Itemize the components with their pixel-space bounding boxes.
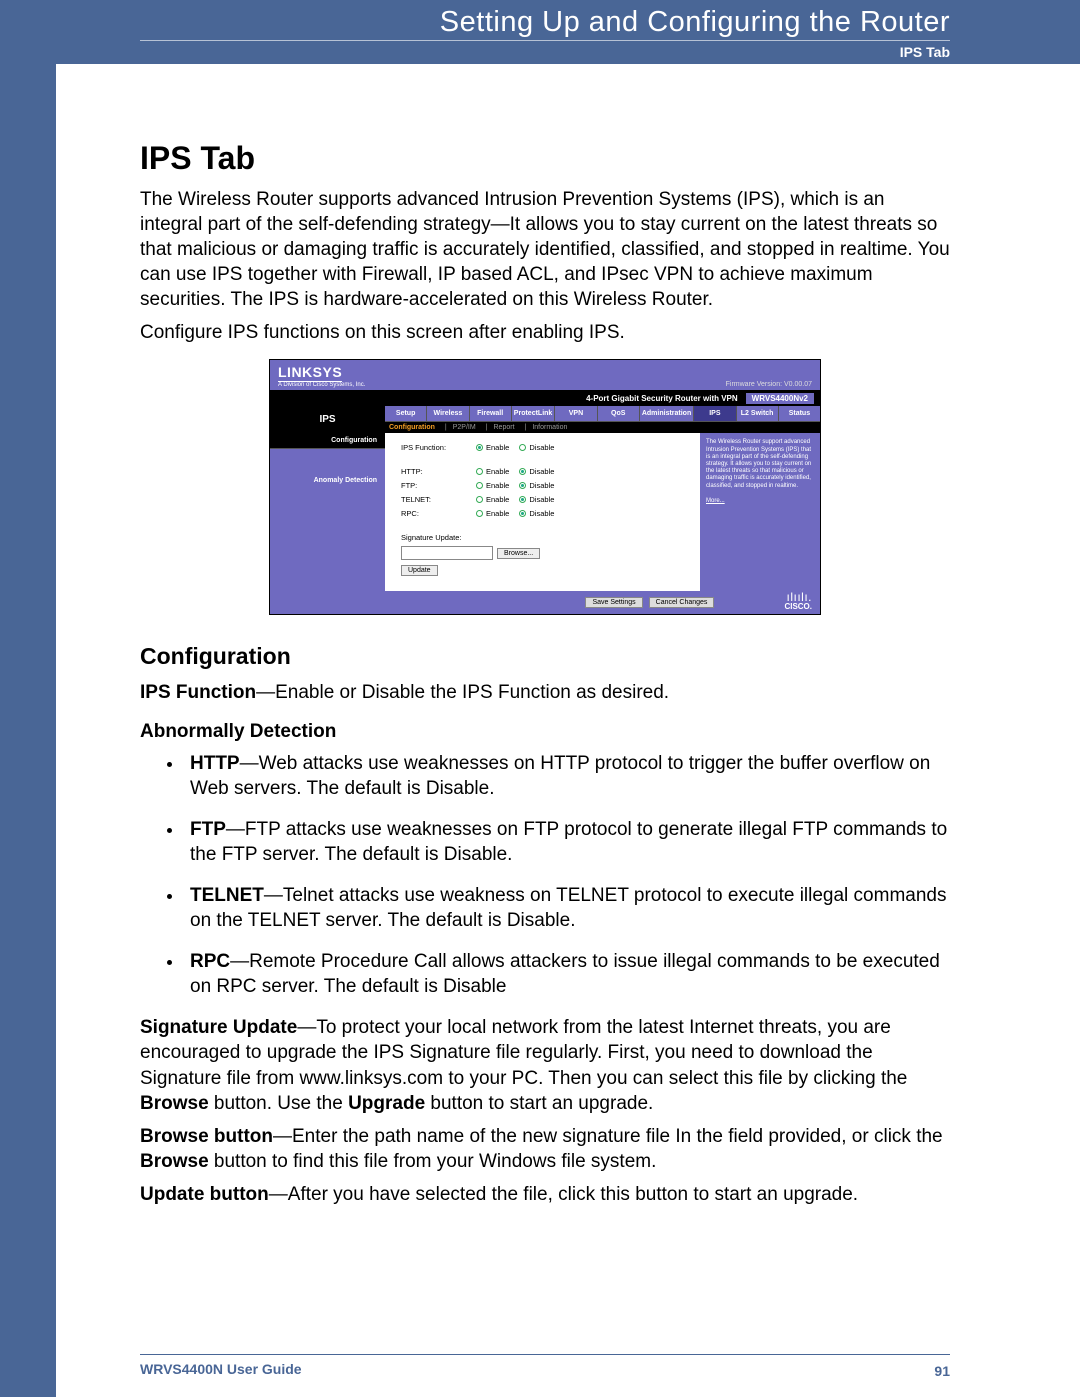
heading-abnormally-detection: Abnormally Detection (140, 721, 950, 743)
tab-qos[interactable]: QoS (597, 406, 639, 421)
side-item-anomaly[interactable]: Anomaly Detection (270, 473, 385, 488)
router-section-label: IPS (270, 406, 385, 433)
radio-ftp-disable[interactable]: Disable (519, 481, 554, 490)
bullet-http: HTTP—Web attacks use weaknesses on HTTP … (184, 751, 950, 801)
router-screenshot: LINKSYS A Division of Cisco Systems, Inc… (269, 359, 821, 614)
detection-bullets: HTTP—Web attacks use weaknesses on HTTP … (140, 751, 950, 1000)
router-logo: LINKSYS (278, 364, 342, 382)
left-blue-bar (0, 0, 56, 1397)
paragraph-signature-update: Signature Update—To protect your local n… (140, 1015, 950, 1115)
subtab-configuration[interactable]: Configuration (389, 424, 435, 431)
radio-ips-enable[interactable]: Enable (476, 443, 509, 452)
subtab-report[interactable]: Report (494, 424, 515, 431)
bullet-rpc: RPC—Remote Procedure Call allows attacke… (184, 949, 950, 999)
help-more-link[interactable]: More... (706, 498, 814, 505)
radio-rpc-enable[interactable]: Enable (476, 509, 509, 518)
router-side-nav: Configuration Anomaly Detection (270, 433, 385, 591)
help-text: The Wireless Router support advanced Int… (706, 439, 814, 489)
label-rpc: RPC: (401, 509, 476, 518)
subtab-information[interactable]: Information (532, 424, 567, 431)
browse-button[interactable]: Browse... (497, 548, 540, 559)
label-ips-function: IPS Function: (401, 443, 476, 452)
tab-vpn[interactable]: VPN (554, 406, 596, 421)
router-logo-sub: A Division of Cisco Systems, Inc. (278, 382, 365, 388)
router-firmware: Firmware Version: V0.00.07 (726, 381, 812, 388)
label-http: HTTP: (401, 467, 476, 476)
router-tabs: Setup Wireless Firewall ProtectLink VPN … (385, 406, 820, 422)
tab-ips[interactable]: IPS (693, 406, 735, 421)
bullet-telnet: TELNET—Telnet attacks use weakness on TE… (184, 883, 950, 933)
router-form: IPS Function: Enable Disable HTTP: Enabl… (385, 433, 700, 591)
paragraph-ips-function: IPS Function—Enable or Disable the IPS F… (140, 680, 950, 705)
heading-ips-tab: IPS Tab (140, 140, 950, 177)
side-item-configuration[interactable]: Configuration (270, 433, 385, 449)
tab-firewall[interactable]: Firewall (469, 406, 511, 421)
tab-setup[interactable]: Setup (385, 406, 426, 421)
update-button[interactable]: Update (401, 565, 438, 576)
radio-ftp-enable[interactable]: Enable (476, 481, 509, 490)
bullet-ftp: FTP—FTP attacks use weaknesses on FTP pr… (184, 817, 950, 867)
subtab-p2pim[interactable]: P2P/IM (453, 424, 476, 431)
radio-http-enable[interactable]: Enable (476, 467, 509, 476)
tab-l2switch[interactable]: L2 Switch (736, 406, 778, 421)
header-rule (140, 40, 950, 41)
header-subtitle: IPS Tab (900, 44, 950, 60)
footer-guide-name: WRVS4400N User Guide (140, 1361, 302, 1377)
cisco-logo: ılıılı. CISCO. (784, 594, 812, 610)
label-signature-update: Signature Update: (401, 533, 690, 542)
paragraph-update-button: Update button—After you have selected th… (140, 1182, 950, 1207)
radio-rpc-disable[interactable]: Disable (519, 509, 554, 518)
tab-status[interactable]: Status (778, 406, 820, 421)
save-settings-button[interactable]: Save Settings (585, 597, 642, 608)
router-help-panel: The Wireless Router support advanced Int… (700, 433, 820, 591)
radio-http-disable[interactable]: Disable (519, 467, 554, 476)
footer-page-number: 91 (934, 1363, 950, 1379)
radio-telnet-enable[interactable]: Enable (476, 495, 509, 504)
router-model: WRVS4400Nv2 (746, 393, 814, 404)
radio-telnet-disable[interactable]: Disable (519, 495, 554, 504)
radio-ips-disable[interactable]: Disable (519, 443, 554, 452)
paragraph-configure: Configure IPS functions on this screen a… (140, 320, 950, 345)
tab-protectlink[interactable]: ProtectLink (511, 406, 555, 421)
page-header: Setting Up and Configuring the Router IP… (0, 0, 1080, 64)
paragraph-browse-button: Browse button—Enter the path name of the… (140, 1124, 950, 1174)
heading-configuration: Configuration (140, 643, 950, 670)
cancel-changes-button[interactable]: Cancel Changes (649, 597, 715, 608)
label-ftp: FTP: (401, 481, 476, 490)
paragraph-intro: The Wireless Router supports advanced In… (140, 187, 950, 312)
header-title: Setting Up and Configuring the Router (220, 6, 950, 39)
label-telnet: TELNET: (401, 495, 476, 504)
document-body: IPS Tab The Wireless Router supports adv… (140, 114, 950, 1215)
tab-administration[interactable]: Administration (639, 406, 693, 421)
tab-wireless[interactable]: Wireless (426, 406, 468, 421)
router-subtabs: Configuration | P2P/IM | Report | Inform… (385, 422, 820, 433)
router-device-name: 4-Port Gigabit Security Router with VPN (586, 394, 738, 403)
page-footer: WRVS4400N User Guide 91 (140, 1354, 950, 1379)
input-signature-path[interactable] (401, 546, 493, 560)
